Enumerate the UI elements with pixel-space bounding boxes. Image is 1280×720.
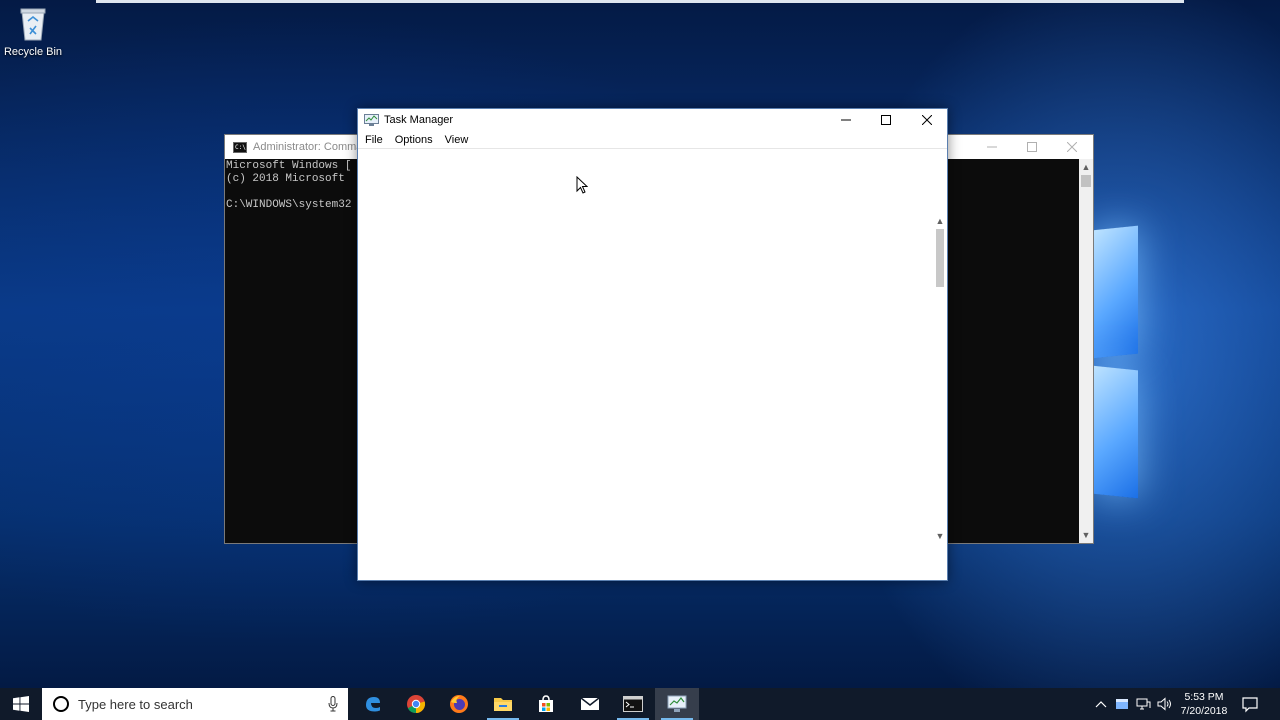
network-icon[interactable] [1135,696,1151,712]
scroll-down-arrow-icon[interactable]: ▼ [1079,527,1093,543]
menu-options[interactable]: Options [389,134,439,146]
close-icon [922,115,932,125]
task-manager-icon [364,114,379,126]
task-manager-content-area [358,150,947,580]
task-manager-window[interactable]: Task Manager File Options View ▲ ▼ [357,108,948,581]
microphone-icon[interactable] [328,696,338,712]
close-icon [1067,142,1077,152]
top-window-edge [96,0,1184,3]
volume-icon[interactable] [1157,696,1173,712]
recycle-bin-shortcut[interactable]: Recycle Bin [4,6,62,66]
maximize-icon [1027,142,1037,152]
command-prompt-icon: C:\ [233,141,247,153]
task-manager-close-button[interactable] [907,109,947,131]
menu-view[interactable]: View [439,134,475,146]
task-manager-scrollbar[interactable]: ▲ ▼ [933,215,947,542]
cmd-line: Microsoft Windows [ [226,160,352,172]
network-monitor-icon [1136,698,1151,710]
cmd-scrollbar[interactable]: ▲ ▼ [1079,159,1093,543]
taskbar-search-box[interactable]: Type here to search [42,688,348,720]
taskbar-mail[interactable] [568,688,612,720]
tray-window-icon [1116,699,1128,709]
scroll-up-arrow-icon[interactable]: ▲ [1079,159,1093,175]
taskbar-command-prompt[interactable] [611,688,655,720]
taskbar-store[interactable] [524,688,568,720]
clock-date: 7/20/2018 [1180,705,1228,717]
edge-icon [366,697,380,712]
cmd-line [226,186,351,199]
mail-icon [580,697,600,710]
task-manager-scroll-thumb[interactable] [936,229,944,287]
cmd-minimize-button[interactable] [972,135,1012,159]
taskbar-clock[interactable]: 5:53 PM 7/20/2018 [1178,690,1230,718]
cmd-window-title: Administrator: Comma [253,141,363,153]
cortana-icon [53,696,69,712]
search-placeholder: Type here to search [78,696,193,712]
cmd-close-button[interactable] [1052,135,1092,159]
minimize-icon [987,146,997,148]
chevron-up-icon [1095,701,1107,708]
task-manager-icon [667,695,687,712]
taskbar-edge[interactable] [351,688,395,720]
task-manager-menu-bar: File Options View [358,131,947,149]
task-manager-maximize-button[interactable] [866,109,906,131]
wallpaper-windows-logo-pane [1092,365,1138,499]
recycle-bin-icon [20,8,46,41]
maximize-icon [881,115,891,125]
file-explorer-icon [494,698,512,711]
taskbar-firefox[interactable] [437,688,481,720]
cmd-scroll-thumb[interactable] [1081,175,1091,187]
taskbar-chrome[interactable] [394,688,438,720]
cmd-line: C:\WINDOWS\system32 [226,199,352,211]
windows-logo-icon [13,696,29,712]
recycle-bin-label: Recycle Bin [3,46,63,58]
speaker-icon [1157,697,1171,711]
show-hidden-icons-chevron-icon[interactable] [1093,696,1109,712]
task-manager-minimize-button[interactable] [826,109,866,131]
tray-app-icon[interactable] [1114,696,1130,712]
command-prompt-icon [623,696,643,712]
start-button[interactable] [0,688,42,720]
task-manager-title: Task Manager [384,114,454,126]
taskbar-file-explorer[interactable] [481,688,525,720]
task-manager-title-bar[interactable]: Task Manager [358,109,947,131]
store-icon [539,695,553,712]
taskbar: Type here to search 5:53 PM 7/20/2018 [0,688,1280,720]
scroll-up-arrow-icon[interactable]: ▲ [933,215,947,227]
wallpaper-windows-logo-pane [1092,225,1138,359]
mouse-cursor-icon [576,176,588,194]
cmd-console-output[interactable]: Microsoft Windows [(c) 2018 Microsoft C:… [226,160,351,212]
taskbar-task-manager[interactable] [655,688,699,720]
scroll-down-arrow-icon[interactable]: ▼ [933,530,947,542]
firefox-icon [450,695,468,713]
clock-time: 5:53 PM [1184,691,1224,703]
menu-file[interactable]: File [359,134,389,146]
cmd-line: (c) 2018 Microsoft [226,173,352,185]
cmd-maximize-button[interactable] [1012,135,1052,159]
minimize-icon [841,119,851,121]
action-center-icon[interactable] [1240,694,1260,714]
chrome-icon [407,695,426,714]
